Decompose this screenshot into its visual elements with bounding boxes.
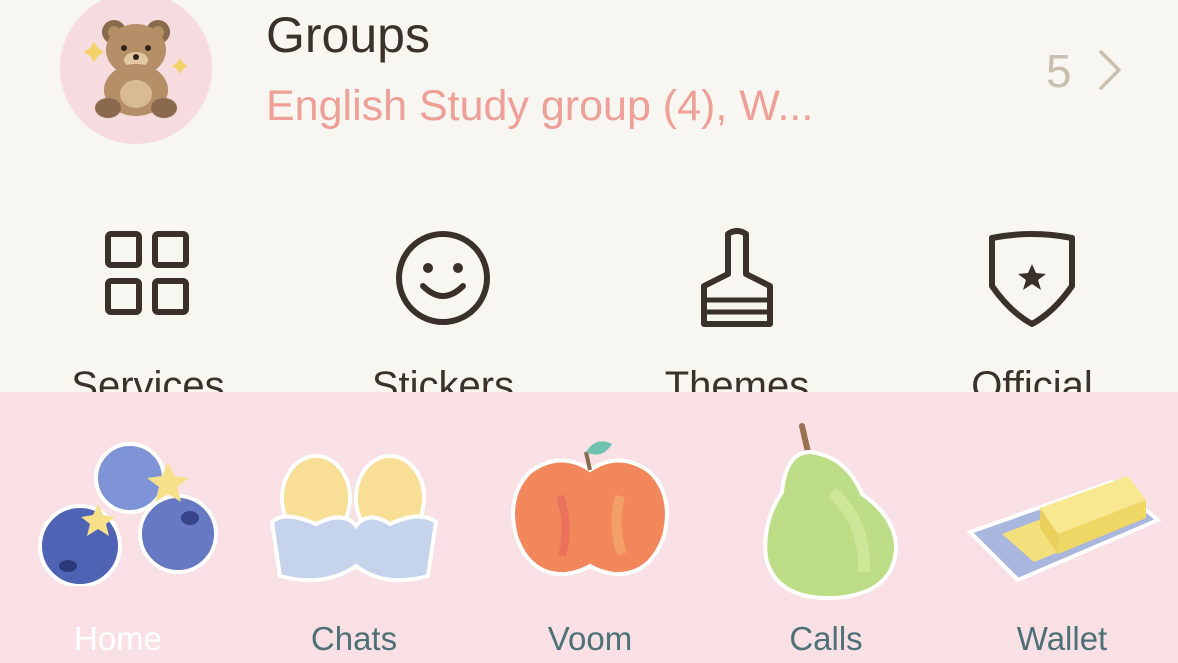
groups-count: 5 <box>1046 45 1072 97</box>
apple-icon <box>511 441 669 577</box>
chevron-right-icon <box>1099 50 1121 90</box>
tab-wallet[interactable]: Wallet <box>944 392 1178 663</box>
tab-chats[interactable]: Chats <box>236 392 472 663</box>
group-avatar <box>60 0 212 144</box>
tab-calls-label: Calls <box>789 620 863 657</box>
tab-home[interactable]: Home <box>0 392 236 663</box>
butter-icon <box>966 476 1162 583</box>
smiley-icon <box>396 231 490 325</box>
tab-voom[interactable]: Voom <box>472 392 708 663</box>
bottom-tab-bar: Home Chats Voom Calls Wallet <box>0 392 1178 663</box>
brush-icon <box>701 228 773 327</box>
tab-home-label: Home <box>73 620 163 657</box>
blueberries-icon <box>38 442 218 586</box>
tab-chats-label: Chats <box>310 620 398 657</box>
tab-calls[interactable]: Calls <box>708 392 944 663</box>
grid-icon <box>105 231 189 315</box>
tab-voom-label: Voom <box>547 620 633 657</box>
groups-members-preview: English Study group (4), W... <box>266 82 814 130</box>
groups-row[interactable]: Groups English Study group (4), W... 5 <box>0 0 1178 170</box>
pear-icon <box>763 423 899 601</box>
groups-title: Groups <box>266 7 430 63</box>
eggs-icon <box>269 454 439 583</box>
bear-icon <box>84 20 188 118</box>
tab-wallet-label: Wallet <box>1016 620 1108 657</box>
shield-star-icon <box>989 231 1075 327</box>
